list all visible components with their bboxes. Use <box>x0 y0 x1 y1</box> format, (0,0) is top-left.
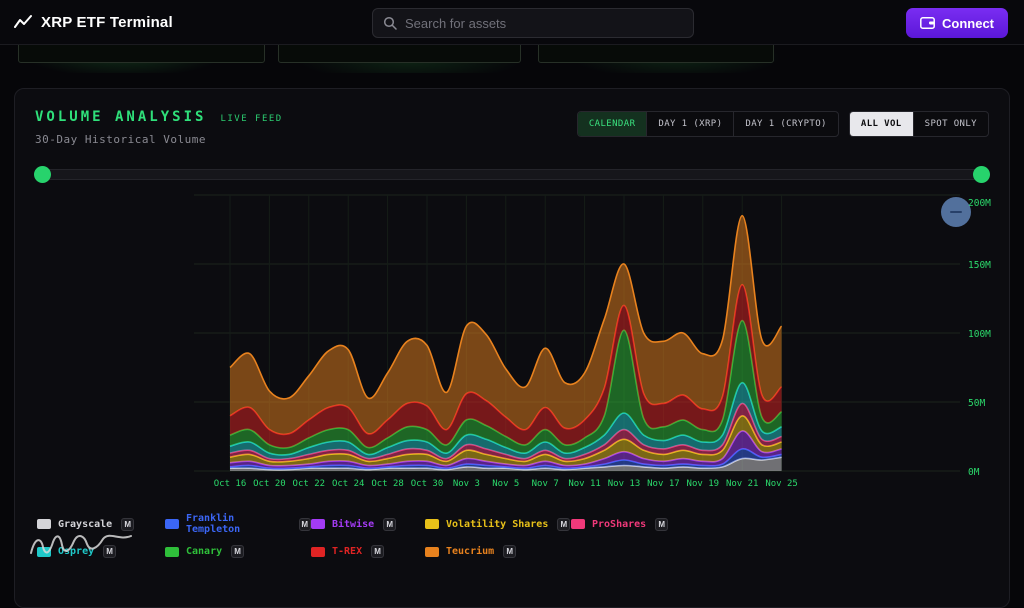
filter-button-calendar[interactable]: CALENDAR <box>578 112 647 136</box>
stats-card-strip <box>0 45 1024 73</box>
svg-text:100M: 100M <box>968 329 991 340</box>
svg-text:Oct 28: Oct 28 <box>371 479 404 489</box>
legend-item-volatility-shares[interactable]: Volatility Shares M <box>425 513 571 535</box>
legend-m-badge[interactable]: M <box>557 518 570 531</box>
svg-text:50M: 50M <box>968 398 985 409</box>
filter-button-day-1-crypto[interactable]: DAY 1 (CRYPTO) <box>733 112 837 136</box>
filter-button-all-vol[interactable]: ALL VOL <box>850 112 913 136</box>
legend-swatch <box>571 519 585 529</box>
live-feed-badge: LIVE FEED <box>220 114 282 124</box>
legend-swatch <box>311 519 325 529</box>
svg-text:Oct 20: Oct 20 <box>253 479 286 489</box>
legend-label: Osprey <box>58 546 94 557</box>
legend-m-badge[interactable]: M <box>655 518 668 531</box>
legend-m-badge[interactable]: M <box>103 545 116 558</box>
app-logo: XRP ETF Terminal <box>14 14 173 31</box>
legend-item-osprey[interactable]: Osprey M <box>37 545 165 558</box>
minus-icon <box>950 211 962 214</box>
legend-swatch <box>311 547 325 557</box>
panel-title: VOLUME ANALYSIS <box>35 109 206 125</box>
view-button-group: CALENDARDAY 1 (XRP)DAY 1 (CRYPTO) <box>577 111 839 137</box>
legend-m-badge[interactable]: M <box>383 518 396 531</box>
svg-text:Oct 16: Oct 16 <box>214 479 247 489</box>
legend-swatch <box>165 519 179 529</box>
legend-item-grayscale[interactable]: Grayscale M <box>37 513 165 535</box>
svg-text:0M: 0M <box>968 467 980 478</box>
svg-text:Nov 13: Nov 13 <box>608 479 641 489</box>
mode-button-group: ALL VOLSPOT ONLY <box>849 111 989 137</box>
legend-label: Volatility Shares <box>446 519 548 530</box>
panel-subtitle: 30-Day Historical Volume <box>35 133 283 146</box>
legend-swatch <box>37 519 51 529</box>
connect-label: Connect <box>942 16 994 31</box>
trend-line-icon <box>14 14 32 30</box>
legend-m-badge[interactable]: M <box>231 545 244 558</box>
filter-button-spot-only[interactable]: SPOT ONLY <box>913 112 988 136</box>
legend-label: ProShares <box>592 519 646 530</box>
legend-m-badge[interactable]: M <box>299 518 312 531</box>
svg-text:200M: 200M <box>968 198 991 209</box>
svg-text:Oct 24: Oct 24 <box>332 479 365 489</box>
date-range-slider[interactable] <box>37 166 987 183</box>
legend-swatch <box>425 519 439 529</box>
svg-text:Nov 7: Nov 7 <box>532 479 559 489</box>
svg-text:Oct 22: Oct 22 <box>293 479 326 489</box>
svg-text:Nov 21: Nov 21 <box>726 479 759 489</box>
legend-item-canary[interactable]: Canary M <box>165 545 311 558</box>
legend-item-teucrium[interactable]: Teucrium M <box>425 545 571 558</box>
panel-title-block: VOLUME ANALYSIS LIVE FEED 30-Day Histori… <box>35 109 283 146</box>
panel-header: VOLUME ANALYSIS LIVE FEED 30-Day Histori… <box>15 89 1009 146</box>
svg-text:150M: 150M <box>968 260 991 271</box>
legend-label: Grayscale <box>58 519 112 530</box>
svg-text:Nov 11: Nov 11 <box>568 479 601 489</box>
top-navigation-bar: XRP ETF Terminal Connect <box>0 0 1024 45</box>
legend-item-franklin-templeton[interactable]: Franklin Templeton M <box>165 513 311 535</box>
filter-button-day-1-xrp[interactable]: DAY 1 (XRP) <box>646 112 733 136</box>
issuer-legend: GrayscaleMFranklin TempletonMBitwiseMVol… <box>37 513 987 558</box>
wallet-icon <box>920 17 935 29</box>
legend-label: Franklin Templeton <box>186 513 290 535</box>
slider-handle-right[interactable] <box>973 166 990 183</box>
slider-track[interactable] <box>37 169 987 180</box>
chart-area: 0M 50M 100M 150M 200M Oct 16 Oct 20 Oct 22 Oct 2… <box>15 185 1009 503</box>
svg-text:Nov 5: Nov 5 <box>492 479 519 489</box>
filter-button-groups: CALENDARDAY 1 (XRP)DAY 1 (CRYPTO) ALL VO… <box>577 111 989 137</box>
collapse-chart-button[interactable] <box>941 197 971 227</box>
svg-text:Nov 17: Nov 17 <box>647 479 680 489</box>
legend-swatch <box>425 547 439 557</box>
legend-label: T-REX <box>332 546 362 557</box>
svg-text:Nov 25: Nov 25 <box>765 479 798 489</box>
legend-swatch <box>165 547 179 557</box>
legend-item-t-rex[interactable]: T-REX M <box>311 545 425 558</box>
connect-wallet-button[interactable]: Connect <box>906 8 1008 38</box>
legend-label: Teucrium <box>446 546 494 557</box>
volume-stacked-area-chart: 0M 50M 100M 150M 200M Oct 16 Oct 20 Oct 22 Oct 2… <box>16 185 1008 503</box>
legend-item-bitwise[interactable]: Bitwise M <box>311 513 425 535</box>
volume-analysis-panel: VOLUME ANALYSIS LIVE FEED 30-Day Histori… <box>14 88 1010 608</box>
search-icon <box>383 16 397 30</box>
slider-handle-left[interactable] <box>34 166 51 183</box>
svg-text:Nov 19: Nov 19 <box>687 479 720 489</box>
svg-text:Nov 3: Nov 3 <box>453 479 480 489</box>
legend-item-proshares[interactable]: ProShares M <box>571 513 987 535</box>
svg-text:Oct 30: Oct 30 <box>411 479 444 489</box>
legend-label: Bitwise <box>332 519 374 530</box>
legend-label: Canary <box>186 546 222 557</box>
legend-swatch <box>37 547 51 557</box>
legend-m-badge[interactable]: M <box>371 545 384 558</box>
search-input[interactable] <box>405 16 683 31</box>
legend-m-badge[interactable]: M <box>503 545 516 558</box>
app-title: XRP ETF Terminal <box>41 14 173 31</box>
legend-m-badge[interactable]: M <box>121 518 134 531</box>
asset-search-box <box>372 8 694 38</box>
